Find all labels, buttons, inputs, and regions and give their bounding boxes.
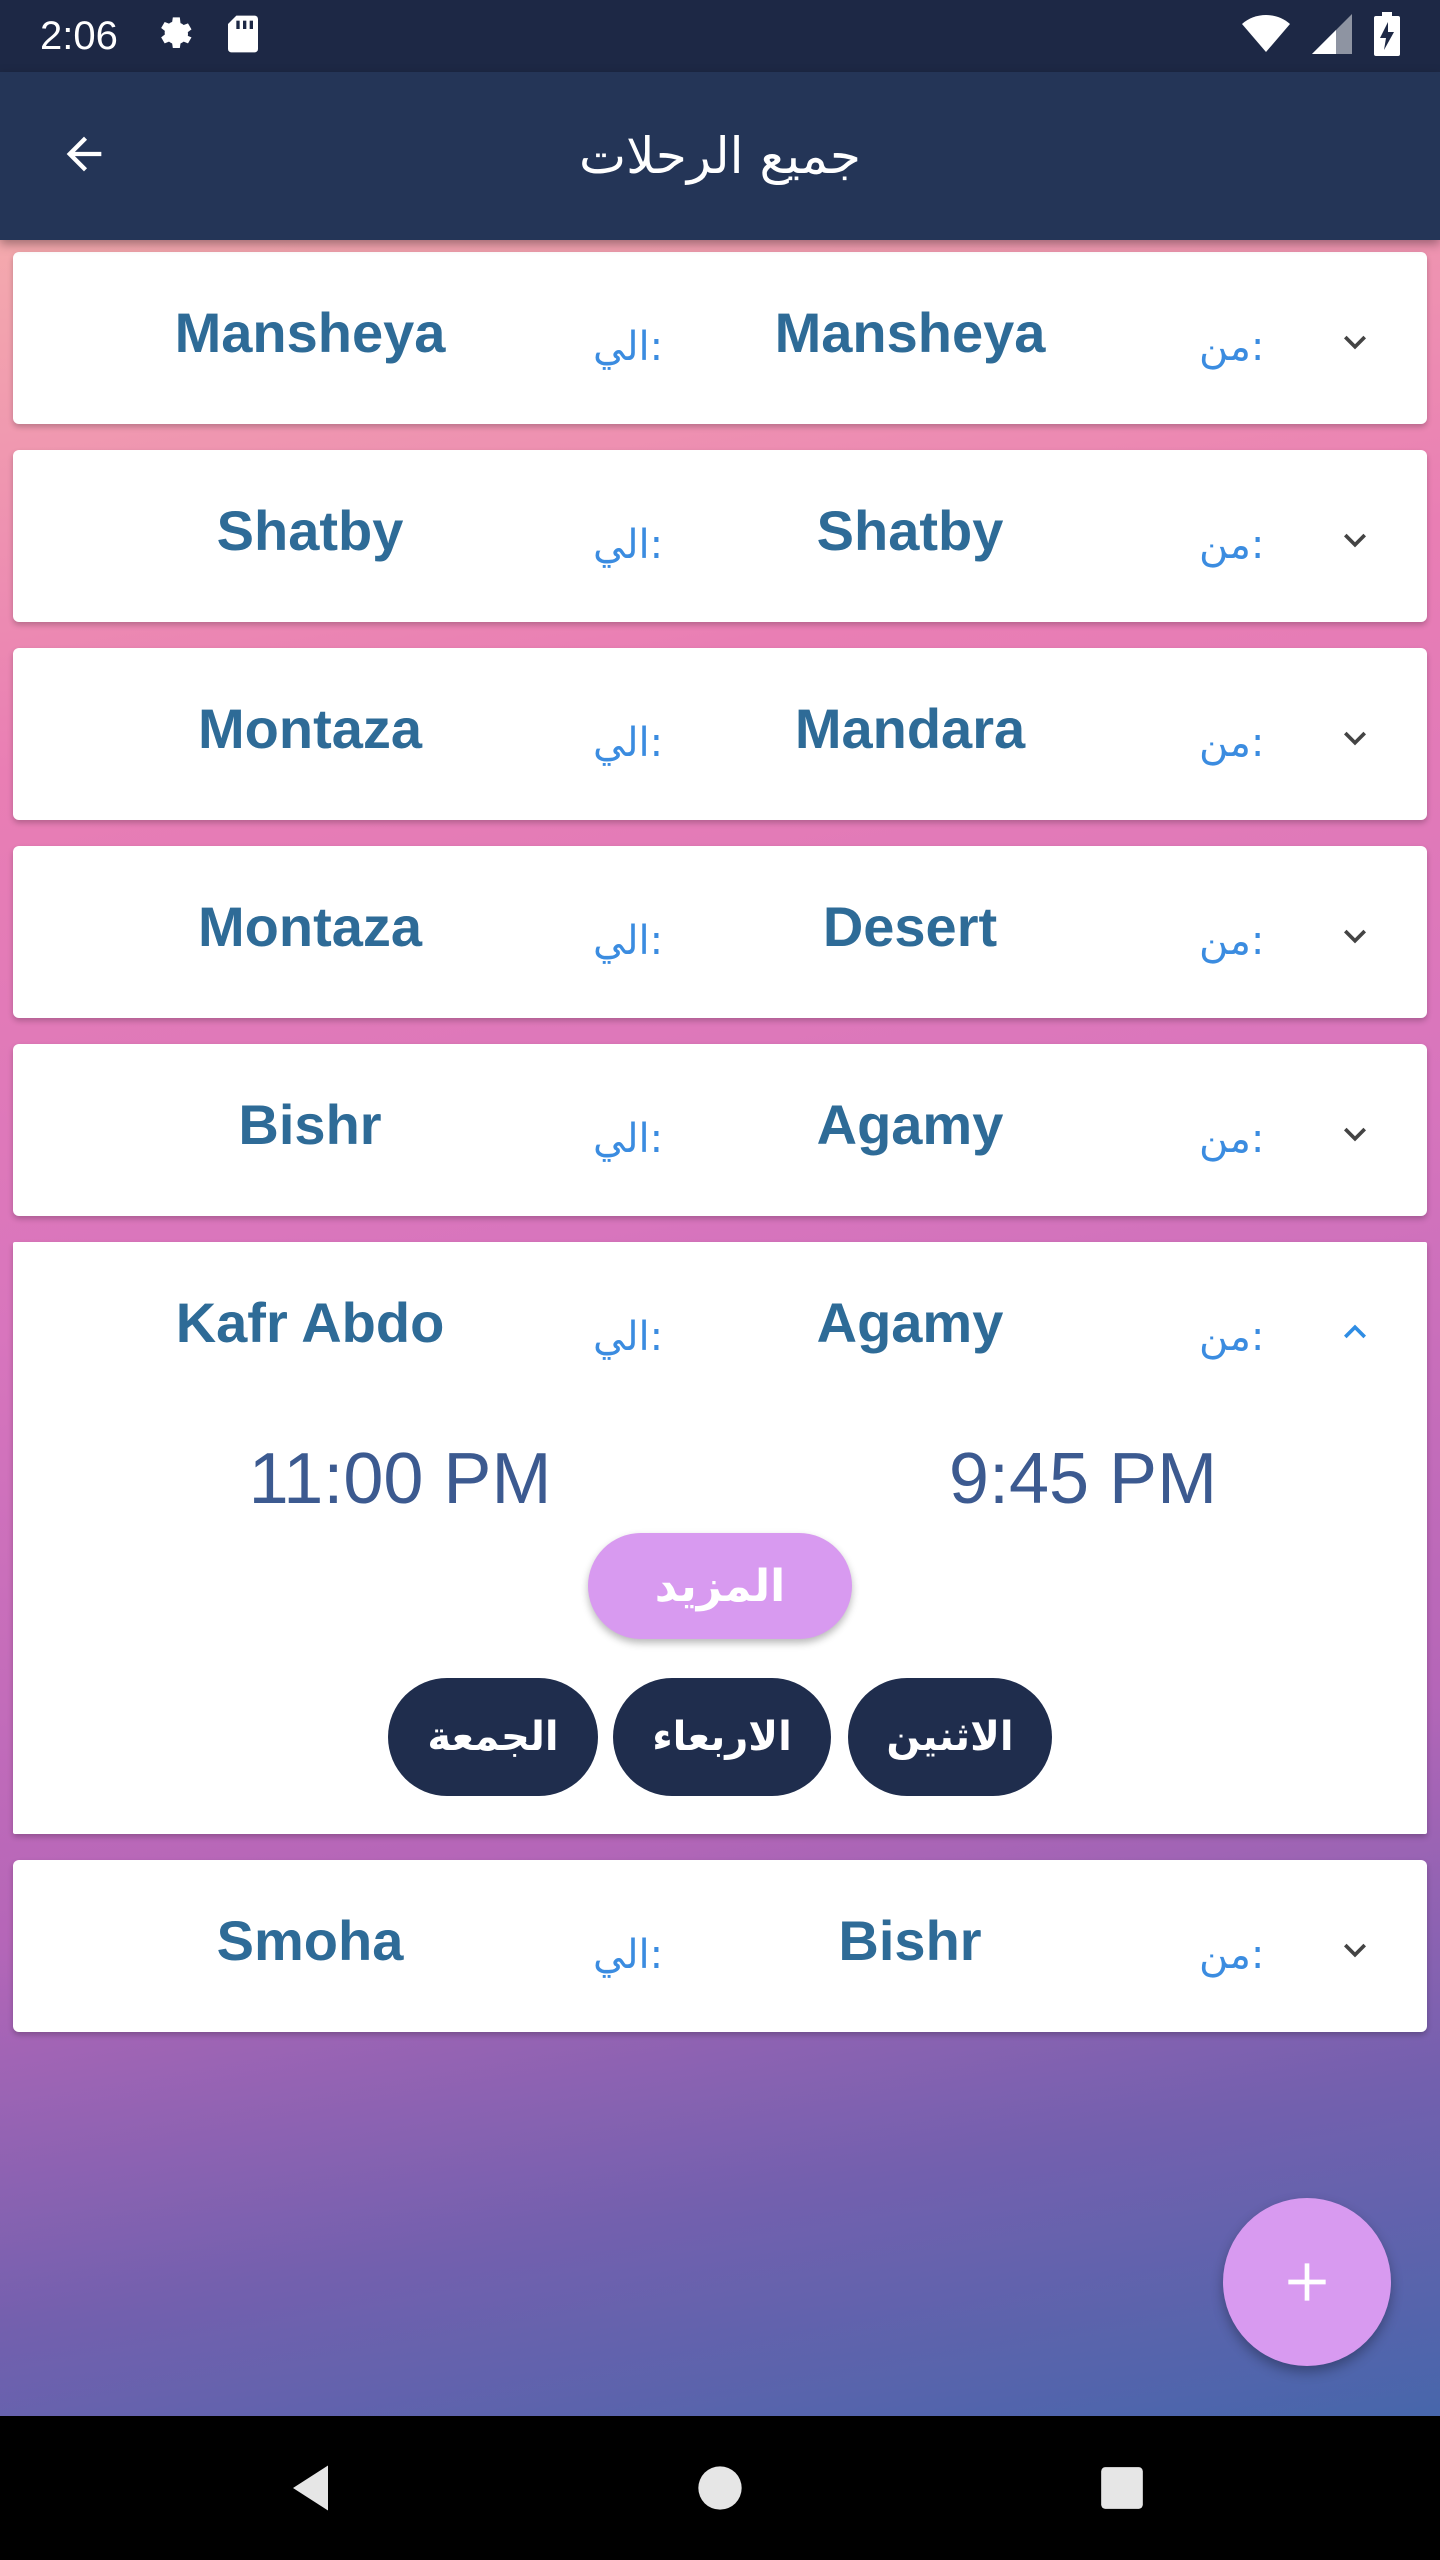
from-label: من:: [1199, 1932, 1265, 1978]
trip-card[interactable]: Montaza الي: Mandara من:: [13, 648, 1427, 820]
trip-from-place: Shatby: [816, 499, 1004, 562]
home-circle-icon: [698, 2466, 742, 2510]
day-chip-wednesday: الاربعاء: [613, 1678, 831, 1796]
to-label: الي:: [593, 324, 664, 370]
expand-button[interactable]: [1323, 1102, 1387, 1166]
chevron-down-icon: [1344, 335, 1366, 350]
from-label: من:: [1199, 918, 1265, 964]
trip-to-place: Mansheya: [174, 301, 446, 364]
back-triangle-icon: [293, 2465, 328, 2511]
trip-from-place: Desert: [822, 895, 998, 958]
from-label: من:: [1199, 1116, 1265, 1162]
chevron-up-icon: [1344, 1324, 1366, 1339]
to-label: الي:: [593, 918, 664, 964]
nav-home-button[interactable]: [675, 2443, 765, 2533]
to-label: الي:: [593, 720, 664, 766]
arrow-back-icon: [58, 128, 110, 184]
page-title: جميع الرحلات: [579, 127, 861, 185]
signal-icon: [1312, 14, 1352, 58]
status-bar: 2:06: [0, 0, 1440, 72]
trips-list[interactable]: Mansheya الي: Mansheya من: Shatby الي: S…: [0, 240, 1440, 2416]
expand-button[interactable]: [1323, 310, 1387, 374]
trip-card[interactable]: Shatby الي: Shatby من:: [13, 450, 1427, 622]
trip-card[interactable]: Smoha الي: Bishr من:: [13, 1860, 1427, 2032]
system-nav-bar: [0, 2416, 1440, 2560]
day-chip-monday: الاثنين: [848, 1678, 1052, 1796]
day-chip-friday: الجمعة: [388, 1678, 598, 1796]
to-label: الي:: [593, 522, 664, 568]
wifi-icon: [1242, 14, 1290, 58]
chevron-down-icon: [1344, 929, 1366, 944]
to-label: الي:: [593, 1932, 664, 1978]
plus-icon: [1288, 2263, 1326, 2301]
trip-to-place: Bishr: [238, 1093, 382, 1156]
trip-to-place: Smoha: [216, 1909, 404, 1972]
back-button[interactable]: [48, 120, 120, 192]
from-label: من:: [1199, 720, 1265, 766]
trip-card[interactable]: Montaza الي: Desert من:: [13, 846, 1427, 1018]
more-button[interactable]: المزيد: [588, 1533, 852, 1639]
expand-button[interactable]: [1323, 706, 1387, 770]
trip-from-place: Agamy: [816, 1291, 1004, 1354]
trip-card[interactable]: Mansheya الي: Mansheya من:: [13, 252, 1427, 424]
from-label: من:: [1199, 522, 1265, 568]
from-label: من:: [1199, 1314, 1265, 1360]
to-label: الي:: [593, 1116, 664, 1162]
add-trip-button[interactable]: [1223, 2198, 1391, 2366]
chevron-down-icon: [1344, 1943, 1366, 1958]
trip-from-place: Mandara: [794, 697, 1026, 760]
chevron-down-icon: [1344, 1127, 1366, 1142]
trip-to-place: Shatby: [216, 499, 404, 562]
status-time: 2:06: [40, 13, 118, 58]
trip-card-expanded[interactable]: Kafr Abdo الي: Agamy من: 11:00 PM 9:45 P…: [13, 1242, 1427, 1834]
nav-back-button[interactable]: [268, 2443, 358, 2533]
to-label: الي:: [593, 1314, 664, 1360]
app-bar: جميع الرحلات: [0, 72, 1440, 240]
trip-to-place: Kafr Abdo: [175, 1291, 445, 1354]
collapse-button[interactable]: [1323, 1300, 1387, 1364]
trip-end-time: 11:00 PM: [248, 1439, 552, 1519]
recents-square-icon: [1101, 2467, 1143, 2509]
sd-card-icon: [226, 14, 260, 58]
chevron-down-icon: [1344, 533, 1366, 548]
trip-from-place: Bishr: [838, 1909, 982, 1972]
expand-button[interactable]: [1323, 508, 1387, 572]
battery-icon: [1374, 12, 1400, 60]
from-label: من:: [1199, 324, 1265, 370]
trip-card[interactable]: Bishr الي: Agamy من:: [13, 1044, 1427, 1216]
trip-from-place: Agamy: [816, 1093, 1004, 1156]
trip-to-place: Montaza: [198, 697, 422, 760]
trip-start-time: 9:45 PM: [948, 1439, 1218, 1519]
trip-to-place: Montaza: [198, 895, 422, 958]
expand-button[interactable]: [1323, 904, 1387, 968]
trip-from-place: Mansheya: [774, 301, 1046, 364]
nav-recents-button[interactable]: [1077, 2443, 1167, 2533]
chevron-down-icon: [1344, 731, 1366, 746]
gear-icon: [154, 14, 194, 58]
expand-button[interactable]: [1323, 1918, 1387, 1982]
